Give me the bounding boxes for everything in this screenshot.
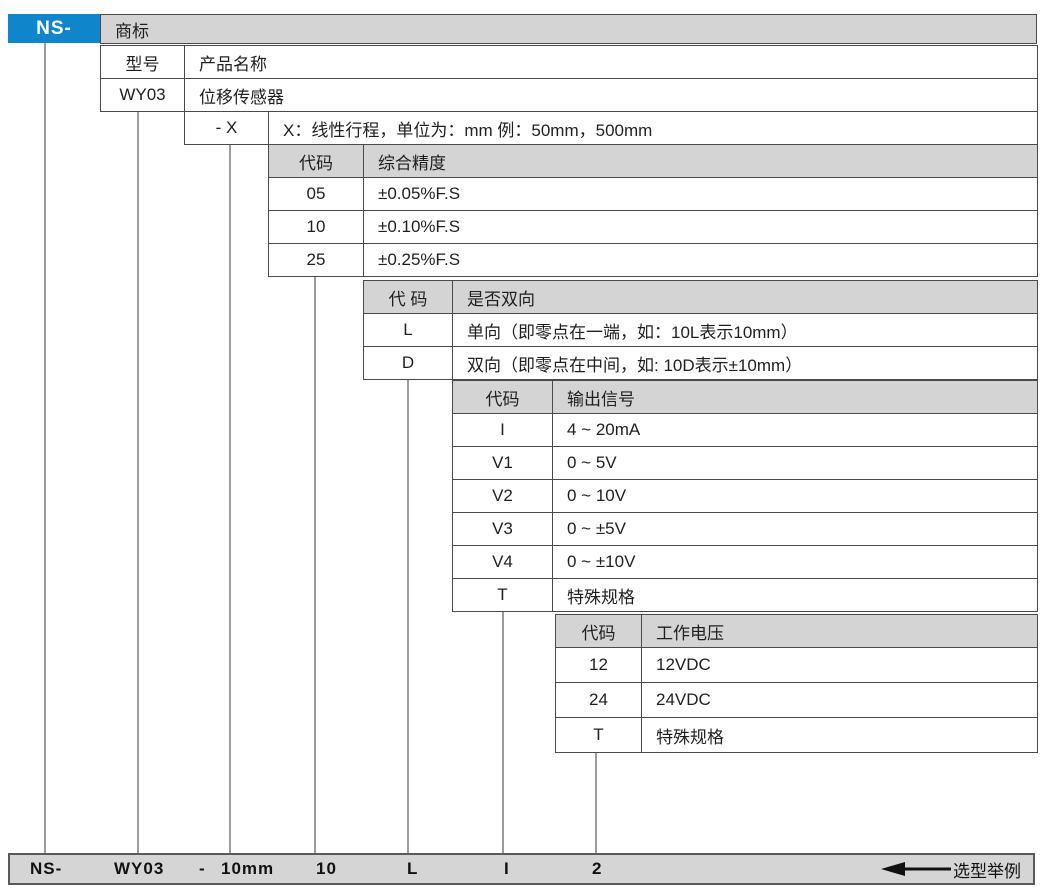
stroke-code: - X bbox=[185, 112, 269, 145]
model-table: 型号 产品名称 WY03 位移传感器 bbox=[100, 45, 1038, 112]
connector-line-stroke bbox=[229, 144, 231, 853]
example-part-model: WY03 bbox=[114, 855, 164, 883]
brand-prefix-label: NS- bbox=[36, 18, 72, 40]
example-bar: NS- WY03 - 10mm 10 L I 2 选型举例 bbox=[8, 853, 1035, 885]
direction-value: 单向（即零点在一端，如：10L表示10mm） bbox=[453, 314, 1038, 347]
direction-code: L bbox=[364, 314, 453, 347]
connector-line-brand bbox=[44, 43, 46, 853]
output-value: 特殊规格 bbox=[553, 579, 1038, 612]
voltage-code: 24 bbox=[556, 683, 642, 718]
output-table: 代码 输出信号 I 4 ~ 20mA V1 0 ~ 5V V2 0 ~ 10V … bbox=[452, 380, 1038, 612]
table-row: V2 0 ~ 10V bbox=[453, 480, 1038, 513]
connector-line-output bbox=[502, 611, 504, 853]
output-value: 0 ~ ±5V bbox=[553, 513, 1038, 546]
output-code: V4 bbox=[453, 546, 553, 579]
stroke-row: - X X：线性行程，单位为：mm 例：50mm，500mm bbox=[184, 111, 1038, 145]
example-part-output: I bbox=[504, 855, 510, 883]
connector-line-model bbox=[137, 111, 139, 853]
model-col-header: 型号 bbox=[101, 46, 185, 79]
direction-header-row: 代 码 是否双向 bbox=[364, 281, 1038, 314]
model-table-header-row: 型号 产品名称 bbox=[101, 46, 1038, 79]
example-legend-label: 选型举例 bbox=[953, 857, 1021, 882]
direction-code-header: 代 码 bbox=[364, 281, 453, 314]
accuracy-code-header: 代码 bbox=[269, 145, 364, 178]
table-row: T 特殊规格 bbox=[453, 579, 1038, 612]
output-value-header: 输出信号 bbox=[553, 381, 1038, 414]
output-value: 4 ~ 20mA bbox=[553, 414, 1038, 447]
output-code: V3 bbox=[453, 513, 553, 546]
table-row: 24 24VDC bbox=[556, 683, 1038, 718]
accuracy-code: 05 bbox=[269, 178, 364, 211]
example-part-prefix: NS- bbox=[30, 855, 62, 883]
voltage-code-header: 代码 bbox=[556, 615, 642, 648]
accuracy-value: ±0.10%F.S bbox=[364, 211, 1038, 244]
voltage-table: 代码 工作电压 12 12VDC 24 24VDC T 特殊规格 bbox=[555, 614, 1038, 753]
output-value: 0 ~ ±10V bbox=[553, 546, 1038, 579]
example-part-direction: L bbox=[407, 855, 418, 883]
trademark-label: 商标 bbox=[101, 15, 1037, 44]
output-value: 0 ~ 5V bbox=[553, 447, 1038, 480]
accuracy-value-header: 综合精度 bbox=[364, 145, 1038, 178]
output-code: V2 bbox=[453, 480, 553, 513]
connector-line-voltage bbox=[595, 752, 597, 853]
accuracy-code: 25 bbox=[269, 244, 364, 277]
direction-value-header: 是否双向 bbox=[453, 281, 1038, 314]
accuracy-value: ±0.05%F.S bbox=[364, 178, 1038, 211]
table-row: 05 ±0.05%F.S bbox=[269, 178, 1038, 211]
model-code: WY03 bbox=[101, 79, 185, 112]
direction-code: D bbox=[364, 347, 453, 380]
output-value: 0 ~ 10V bbox=[553, 480, 1038, 513]
example-legend: 选型举例 bbox=[881, 855, 1021, 883]
output-header-row: 代码 输出信号 bbox=[453, 381, 1038, 414]
output-code: I bbox=[453, 414, 553, 447]
connector-line-accuracy bbox=[314, 276, 316, 853]
trademark-header: 商标 bbox=[100, 14, 1037, 44]
voltage-value: 12VDC bbox=[642, 648, 1038, 683]
example-part-stroke: 10mm bbox=[221, 855, 274, 883]
example-part-voltage: 2 bbox=[592, 855, 602, 883]
table-row: 25 ±0.25%F.S bbox=[269, 244, 1038, 277]
example-part-accuracy: 10 bbox=[316, 855, 337, 883]
voltage-header-row: 代码 工作电压 bbox=[556, 615, 1038, 648]
model-selection-diagram: NS- 商标 型号 产品名称 WY03 位移传感器 - X X：线性行程，单位为… bbox=[0, 0, 1045, 894]
accuracy-header-row: 代码 综合精度 bbox=[269, 145, 1038, 178]
product-name-col-header: 产品名称 bbox=[185, 46, 1038, 79]
table-row: V3 0 ~ ±5V bbox=[453, 513, 1038, 546]
accuracy-code: 10 bbox=[269, 211, 364, 244]
table-row: 12 12VDC bbox=[556, 648, 1038, 683]
output-code: V1 bbox=[453, 447, 553, 480]
table-row: D 双向（即零点在中间，如: 10D表示±10mm） bbox=[364, 347, 1038, 380]
voltage-value: 24VDC bbox=[642, 683, 1038, 718]
direction-value: 双向（即零点在中间，如: 10D表示±10mm） bbox=[453, 347, 1038, 380]
example-part-dash: - bbox=[199, 855, 206, 883]
table-row: I 4 ~ 20mA bbox=[453, 414, 1038, 447]
table-row: 10 ±0.10%F.S bbox=[269, 211, 1038, 244]
product-name: 位移传感器 bbox=[185, 79, 1038, 112]
brand-prefix-box: NS- bbox=[8, 14, 100, 43]
voltage-code: 12 bbox=[556, 648, 642, 683]
table-row: V4 0 ~ ±10V bbox=[453, 546, 1038, 579]
direction-table: 代 码 是否双向 L 单向（即零点在一端，如：10L表示10mm） D 双向（即… bbox=[363, 280, 1038, 380]
table-row: V1 0 ~ 5V bbox=[453, 447, 1038, 480]
table-row: T 特殊规格 bbox=[556, 718, 1038, 753]
arrow-left-icon bbox=[881, 862, 951, 876]
model-table-row: WY03 位移传感器 bbox=[101, 79, 1038, 112]
accuracy-table: 代码 综合精度 05 ±0.05%F.S 10 ±0.10%F.S 25 ±0.… bbox=[268, 144, 1038, 277]
voltage-value-header: 工作电压 bbox=[642, 615, 1038, 648]
connector-line-direction bbox=[407, 379, 409, 853]
output-code: T bbox=[453, 579, 553, 612]
output-code-header: 代码 bbox=[453, 381, 553, 414]
accuracy-value: ±0.25%F.S bbox=[364, 244, 1038, 277]
voltage-value: 特殊规格 bbox=[642, 718, 1038, 753]
table-row: L 单向（即零点在一端，如：10L表示10mm） bbox=[364, 314, 1038, 347]
voltage-code: T bbox=[556, 718, 642, 753]
stroke-description: X：线性行程，单位为：mm 例：50mm，500mm bbox=[269, 112, 1038, 145]
